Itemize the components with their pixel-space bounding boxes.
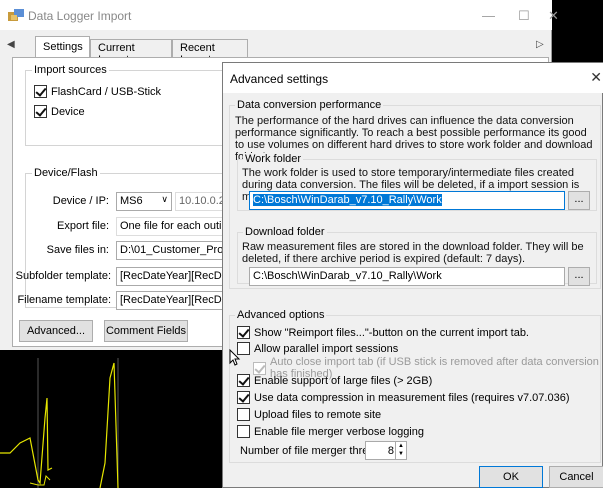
checkbox-box[interactable]: [237, 391, 250, 404]
tab-settings[interactable]: Settings: [35, 36, 90, 58]
compression-option[interactable]: Use data compression in measurement file…: [237, 391, 569, 404]
comment-fields-button[interactable]: Comment Fields: [104, 320, 188, 342]
flashcard-label: FlashCard / USB-Stick: [51, 85, 162, 98]
ok-button[interactable]: OK: [479, 466, 543, 488]
threads-value: 8: [387, 445, 394, 457]
cancel-button[interactable]: Cancel: [549, 466, 603, 488]
verbose-option[interactable]: Enable file merger verbose logging: [237, 425, 424, 438]
upload-option[interactable]: Upload files to remote site: [237, 408, 381, 421]
graph-area: [0, 358, 228, 488]
checkbox-box: [253, 361, 266, 375]
device-ip-label: Device / IP:: [52, 195, 109, 207]
checkbox-box[interactable]: [34, 105, 47, 118]
save-files-label: Save files in:: [46, 244, 109, 256]
import-sources-title: Import sources: [32, 64, 109, 76]
ip-input[interactable]: 10.10.0.202: [175, 192, 225, 211]
window-title: Data Logger Import: [28, 9, 132, 23]
device-checkbox[interactable]: Device: [34, 105, 85, 118]
checkbox-box[interactable]: [237, 374, 250, 387]
large-files-option[interactable]: Enable support of large files (> 2GB): [237, 374, 432, 387]
checkbox-box[interactable]: [237, 408, 250, 421]
download-folder-title: Download folder: [243, 226, 327, 238]
checkbox-box[interactable]: [34, 85, 47, 98]
tab-recent-import[interactable]: Recent Import: [172, 39, 248, 66]
tab-scroll-left-icon[interactable]: ◀: [7, 39, 15, 50]
export-file-select[interactable]: One file for each outing: [116, 217, 223, 236]
dialog-title-bar: Advanced settings ✕: [223, 63, 603, 93]
device-label: Device: [51, 105, 85, 118]
app-icon: [8, 9, 24, 21]
work-folder-browse-button[interactable]: ...: [568, 191, 590, 210]
export-file-label: Export file:: [57, 220, 109, 232]
save-files-input[interactable]: D:\01_Customer_Projects: [116, 241, 223, 260]
tab-scroll-right-icon[interactable]: ▷: [536, 39, 544, 50]
dialog-title: Advanced settings: [230, 72, 329, 86]
reimport-option[interactable]: Show "Reimport files..."-button on the c…: [237, 326, 529, 339]
reimport-label: Show "Reimport files..."-button on the c…: [254, 326, 529, 339]
parallel-option[interactable]: Allow parallel import sessions: [237, 342, 398, 355]
close-icon[interactable]: ✕: [548, 8, 559, 24]
title-bar: Data Logger Import — ☐ ✕: [0, 0, 559, 30]
advanced-button[interactable]: Advanced...: [19, 320, 93, 342]
compression-label: Use data compression in measurement file…: [254, 391, 570, 404]
device-flash-title: Device/Flash: [32, 167, 100, 179]
work-folder-path: C:\Bosch\WinDarab_v7.10_Rally\Work: [253, 194, 442, 206]
verbose-label: Enable file merger verbose logging: [254, 425, 424, 438]
flashcard-checkbox[interactable]: FlashCard / USB-Stick: [34, 85, 161, 98]
advanced-options-title: Advanced options: [235, 309, 327, 321]
threads-spinner[interactable]: 8 ▲ ▼: [365, 441, 407, 460]
minimize-icon[interactable]: —: [482, 8, 495, 23]
subfolder-template-input[interactable]: [RecDateYear][RecDateMo: [116, 267, 223, 286]
download-folder-input[interactable]: C:\Bosch\WinDarab_v7.10_Rally\Work: [249, 267, 565, 286]
device-select-value: MS6: [120, 195, 143, 207]
maximize-icon[interactable]: ☐: [518, 8, 530, 24]
download-folder-description: Raw measurement files are stored in the …: [242, 241, 584, 265]
mouse-cursor-icon: [229, 349, 241, 366]
filename-template-input[interactable]: [RecDateYear][RecDateMo: [116, 291, 223, 310]
download-folder-browse-button[interactable]: ...: [568, 267, 590, 286]
work-folder-title: Work folder: [243, 153, 304, 165]
perf-group-title: Data conversion performance: [235, 99, 384, 111]
filename-template-label: Filename template:: [17, 294, 111, 306]
large-files-label: Enable support of large files (> 2GB): [254, 374, 433, 387]
device-select[interactable]: MS6 ∨: [116, 192, 172, 211]
import-sources-group: Import sources FlashCard / USB-Stick Dev…: [25, 64, 235, 146]
checkbox-box[interactable]: [237, 326, 250, 339]
graph-plot: [0, 358, 119, 488]
spinner-arrows-icon[interactable]: ▲ ▼: [395, 442, 406, 459]
tab-current-import[interactable]: Current Import: [90, 39, 172, 66]
advanced-settings-dialog: Advanced settings ✕ Data conversion perf…: [222, 62, 603, 488]
parallel-label: Allow parallel import sessions: [254, 342, 399, 355]
subfolder-template-label: Subfolder template:: [15, 270, 111, 282]
tab-strip: ◀ Settings Current Import Recent Import …: [0, 36, 552, 66]
upload-label: Upload files to remote site: [254, 408, 382, 421]
work-folder-input[interactable]: C:\Bosch\WinDarab_v7.10_Rally\Work: [249, 191, 565, 210]
checkbox-box[interactable]: [237, 425, 250, 438]
chevron-down-icon: ∨: [161, 194, 168, 204]
dialog-close-icon[interactable]: ✕: [590, 69, 602, 86]
